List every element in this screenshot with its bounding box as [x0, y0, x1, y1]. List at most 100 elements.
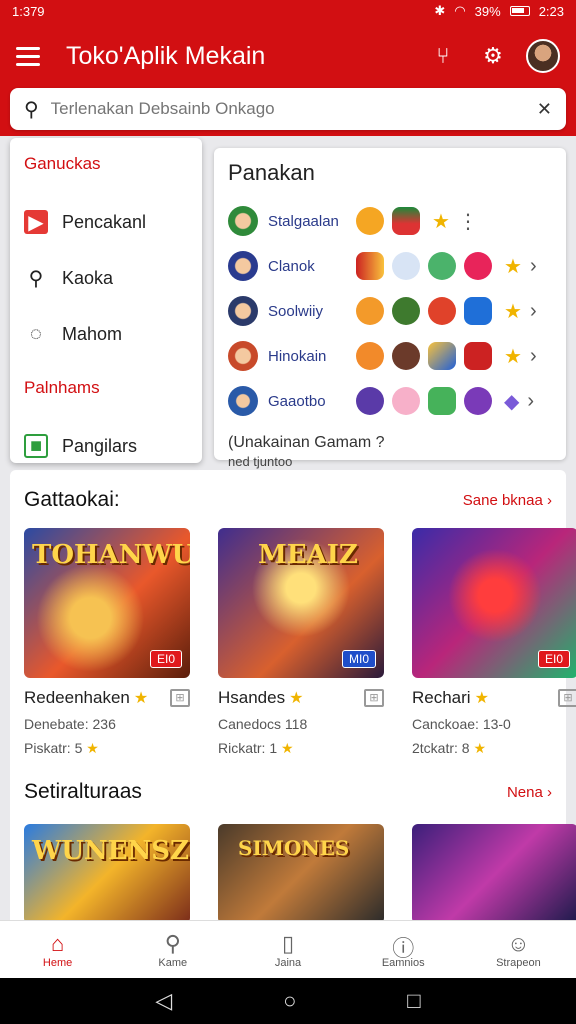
drawer-item-label: Pangilars [62, 435, 138, 456]
nav-profile[interactable]: ☺ Strapeon [461, 921, 576, 978]
menu-icon[interactable] [16, 41, 46, 71]
game-card[interactable]: WUNENSZ [24, 824, 190, 924]
game-thumbnail[interactable]: SIMONES [218, 824, 384, 924]
card-title-row: Rechari ★ ⊞ [412, 688, 576, 708]
star-icon: ★ [473, 740, 487, 756]
game-thumbnail[interactable]: WUNENSZ [24, 824, 190, 924]
nav-home[interactable]: ⌂ Heme [0, 921, 115, 978]
star-icon: ★ [133, 690, 149, 707]
list-item[interactable]: Soolwiiy ★ › [228, 290, 552, 332]
game-thumbnail[interactable] [412, 824, 576, 924]
bookmark-icon[interactable]: ⊞ [170, 689, 190, 707]
recents-icon[interactable]: □ [407, 988, 420, 1014]
status-clock: 2:23 [538, 3, 564, 19]
game-icon [228, 341, 258, 371]
game-icon [392, 387, 420, 415]
list-item[interactable]: Clanok ★ › [228, 245, 552, 287]
list-item[interactable]: Gaaotbo ◆ › [228, 380, 552, 422]
chevron-right-icon[interactable]: › [530, 300, 537, 323]
star-icon: ★ [474, 690, 489, 707]
star-icon[interactable]: ★ [504, 299, 522, 324]
chevron-right-icon[interactable]: › [530, 345, 537, 368]
drawer-item-label: Mahom [62, 323, 123, 344]
drawer-item-search[interactable]: ⚲ Kaoka [24, 250, 202, 306]
star-icon[interactable]: ★ [432, 209, 450, 234]
drawer-item-store[interactable]: ▶ Pencakanl [24, 194, 202, 250]
drawer-section-title: Palnhams [24, 378, 100, 397]
game-thumbnail[interactable]: TOHANWUNS ΕΙ0 [24, 528, 190, 678]
game-icon [392, 342, 420, 370]
star-icon: ★ [289, 690, 304, 707]
game-card[interactable]: MEAIZ ΜΙ0 Hsandes ★ ⊞ Canedocs 118 Ricka… [218, 528, 384, 757]
list-item[interactable]: Stalgaalan ★ ⋮ [228, 200, 552, 242]
search-icon: ⚲ [28, 267, 44, 290]
wifi-icon: ◠ [454, 3, 466, 18]
status-time: 1:379 [12, 3, 45, 19]
card-title-row: Hsandes ★ ⊞ [218, 688, 384, 708]
game-name: Soolwiiy [268, 302, 324, 320]
library-icon: ■ [24, 434, 48, 458]
avatar[interactable] [526, 39, 560, 73]
thumb-banner: MEAIZ [258, 540, 358, 570]
bookmark-icon[interactable]: ⊞ [558, 689, 576, 707]
battery-icon [509, 6, 530, 16]
panel-footer[interactable]: (Unakainan Gamam ? [228, 434, 552, 452]
card-meta: Canckoae: 13-0 [412, 716, 511, 732]
nav-info[interactable]: ⓘ Eamnios [346, 921, 461, 978]
star-icon[interactable]: ★ [504, 254, 522, 279]
game-card[interactable]: ΕΙ0 Rechari ★ ⊞ Canckoae: 13-0 2tckatr: … [412, 528, 576, 757]
mic-icon[interactable]: ⑂ [426, 39, 460, 73]
chevron-right-icon[interactable]: › [530, 255, 537, 278]
section-title: Setiralturaas [24, 780, 142, 803]
game-card[interactable]: SIMONES [218, 824, 384, 924]
more-icon[interactable]: ⋮ [458, 209, 478, 234]
section-header: Setiralturaas Nena › [10, 780, 566, 804]
home-circle-icon[interactable]: ○ [283, 988, 296, 1014]
battery-percent: 39% [474, 3, 501, 19]
section-featured: Gattaokai: Sane bknaa › TOHANWUNS ΕΙ0 Re… [10, 470, 576, 760]
store-icon: ▶ [24, 210, 48, 234]
nav-label: Kame [158, 956, 188, 969]
search-input[interactable] [50, 99, 537, 119]
list-item[interactable]: Hinokain ★ › [228, 335, 552, 377]
drawer-item-library[interactable]: ■ Pangilars [24, 418, 202, 474]
game-list-panel: Panakan Stalgaalan ★ ⋮ Clanok ★ › Soolwi… [214, 148, 566, 460]
game-icon [356, 252, 384, 280]
star-icon[interactable]: ★ [504, 344, 522, 369]
nav-library[interactable]: ▯ Jaina [230, 921, 345, 978]
game-icon [428, 252, 456, 280]
chevron-right-icon[interactable]: › [527, 390, 534, 413]
game-card[interactable]: TOHANWUNS ΕΙ0 Redeenhaken ★ ⊞ Denebate: … [24, 528, 190, 757]
search-bar[interactable]: ⚲ ✕ [10, 88, 566, 130]
game-icon [356, 387, 384, 415]
card-row: TOHANWUNS ΕΙ0 Redeenhaken ★ ⊞ Denebate: … [10, 528, 576, 757]
chat-icon: ◌ [30, 322, 42, 345]
card-title-row: Redeenhaken ★ ⊞ [24, 688, 190, 708]
game-icon [464, 342, 492, 370]
game-thumbnail[interactable]: MEAIZ ΜΙ0 [218, 528, 384, 678]
thumb-banner: SIMONES [238, 836, 350, 860]
drawer-item-chat[interactable]: ◌ Mahom [24, 306, 202, 362]
home-icon: ⌂ [50, 930, 65, 956]
card-meta-row: Piskatr: 5 ★ [24, 740, 99, 756]
gem-icon[interactable]: ◆ [504, 389, 519, 414]
app-bar: Toko'Aplik Mekain ⑂ ⚙ [0, 22, 576, 90]
bookmark-icon[interactable]: ⊞ [364, 689, 384, 707]
see-more-link[interactable]: Sane bknaa › [463, 492, 552, 509]
app-title: Toko'Aplik Mekain [66, 41, 266, 70]
thumb-banner: TOHANWUNS [32, 540, 190, 570]
clear-icon[interactable]: ✕ [537, 99, 552, 120]
system-navigation: ◁ ○ □ [0, 978, 576, 1024]
card-meta: Denebate: 236 [24, 716, 116, 732]
game-name: Hinokain [268, 347, 327, 365]
game-icon [428, 342, 456, 370]
card-title: Redeenhaken [24, 688, 130, 707]
nav-search[interactable]: ⚲ Kame [115, 921, 230, 978]
game-icon [356, 342, 384, 370]
game-icon [464, 252, 492, 280]
settings-icon[interactable]: ⚙ [476, 39, 510, 73]
back-icon[interactable]: ◁ [155, 988, 172, 1014]
game-thumbnail[interactable]: ΕΙ0 [412, 528, 576, 678]
see-more-link[interactable]: Nena › [507, 784, 552, 801]
game-card[interactable] [412, 824, 576, 924]
